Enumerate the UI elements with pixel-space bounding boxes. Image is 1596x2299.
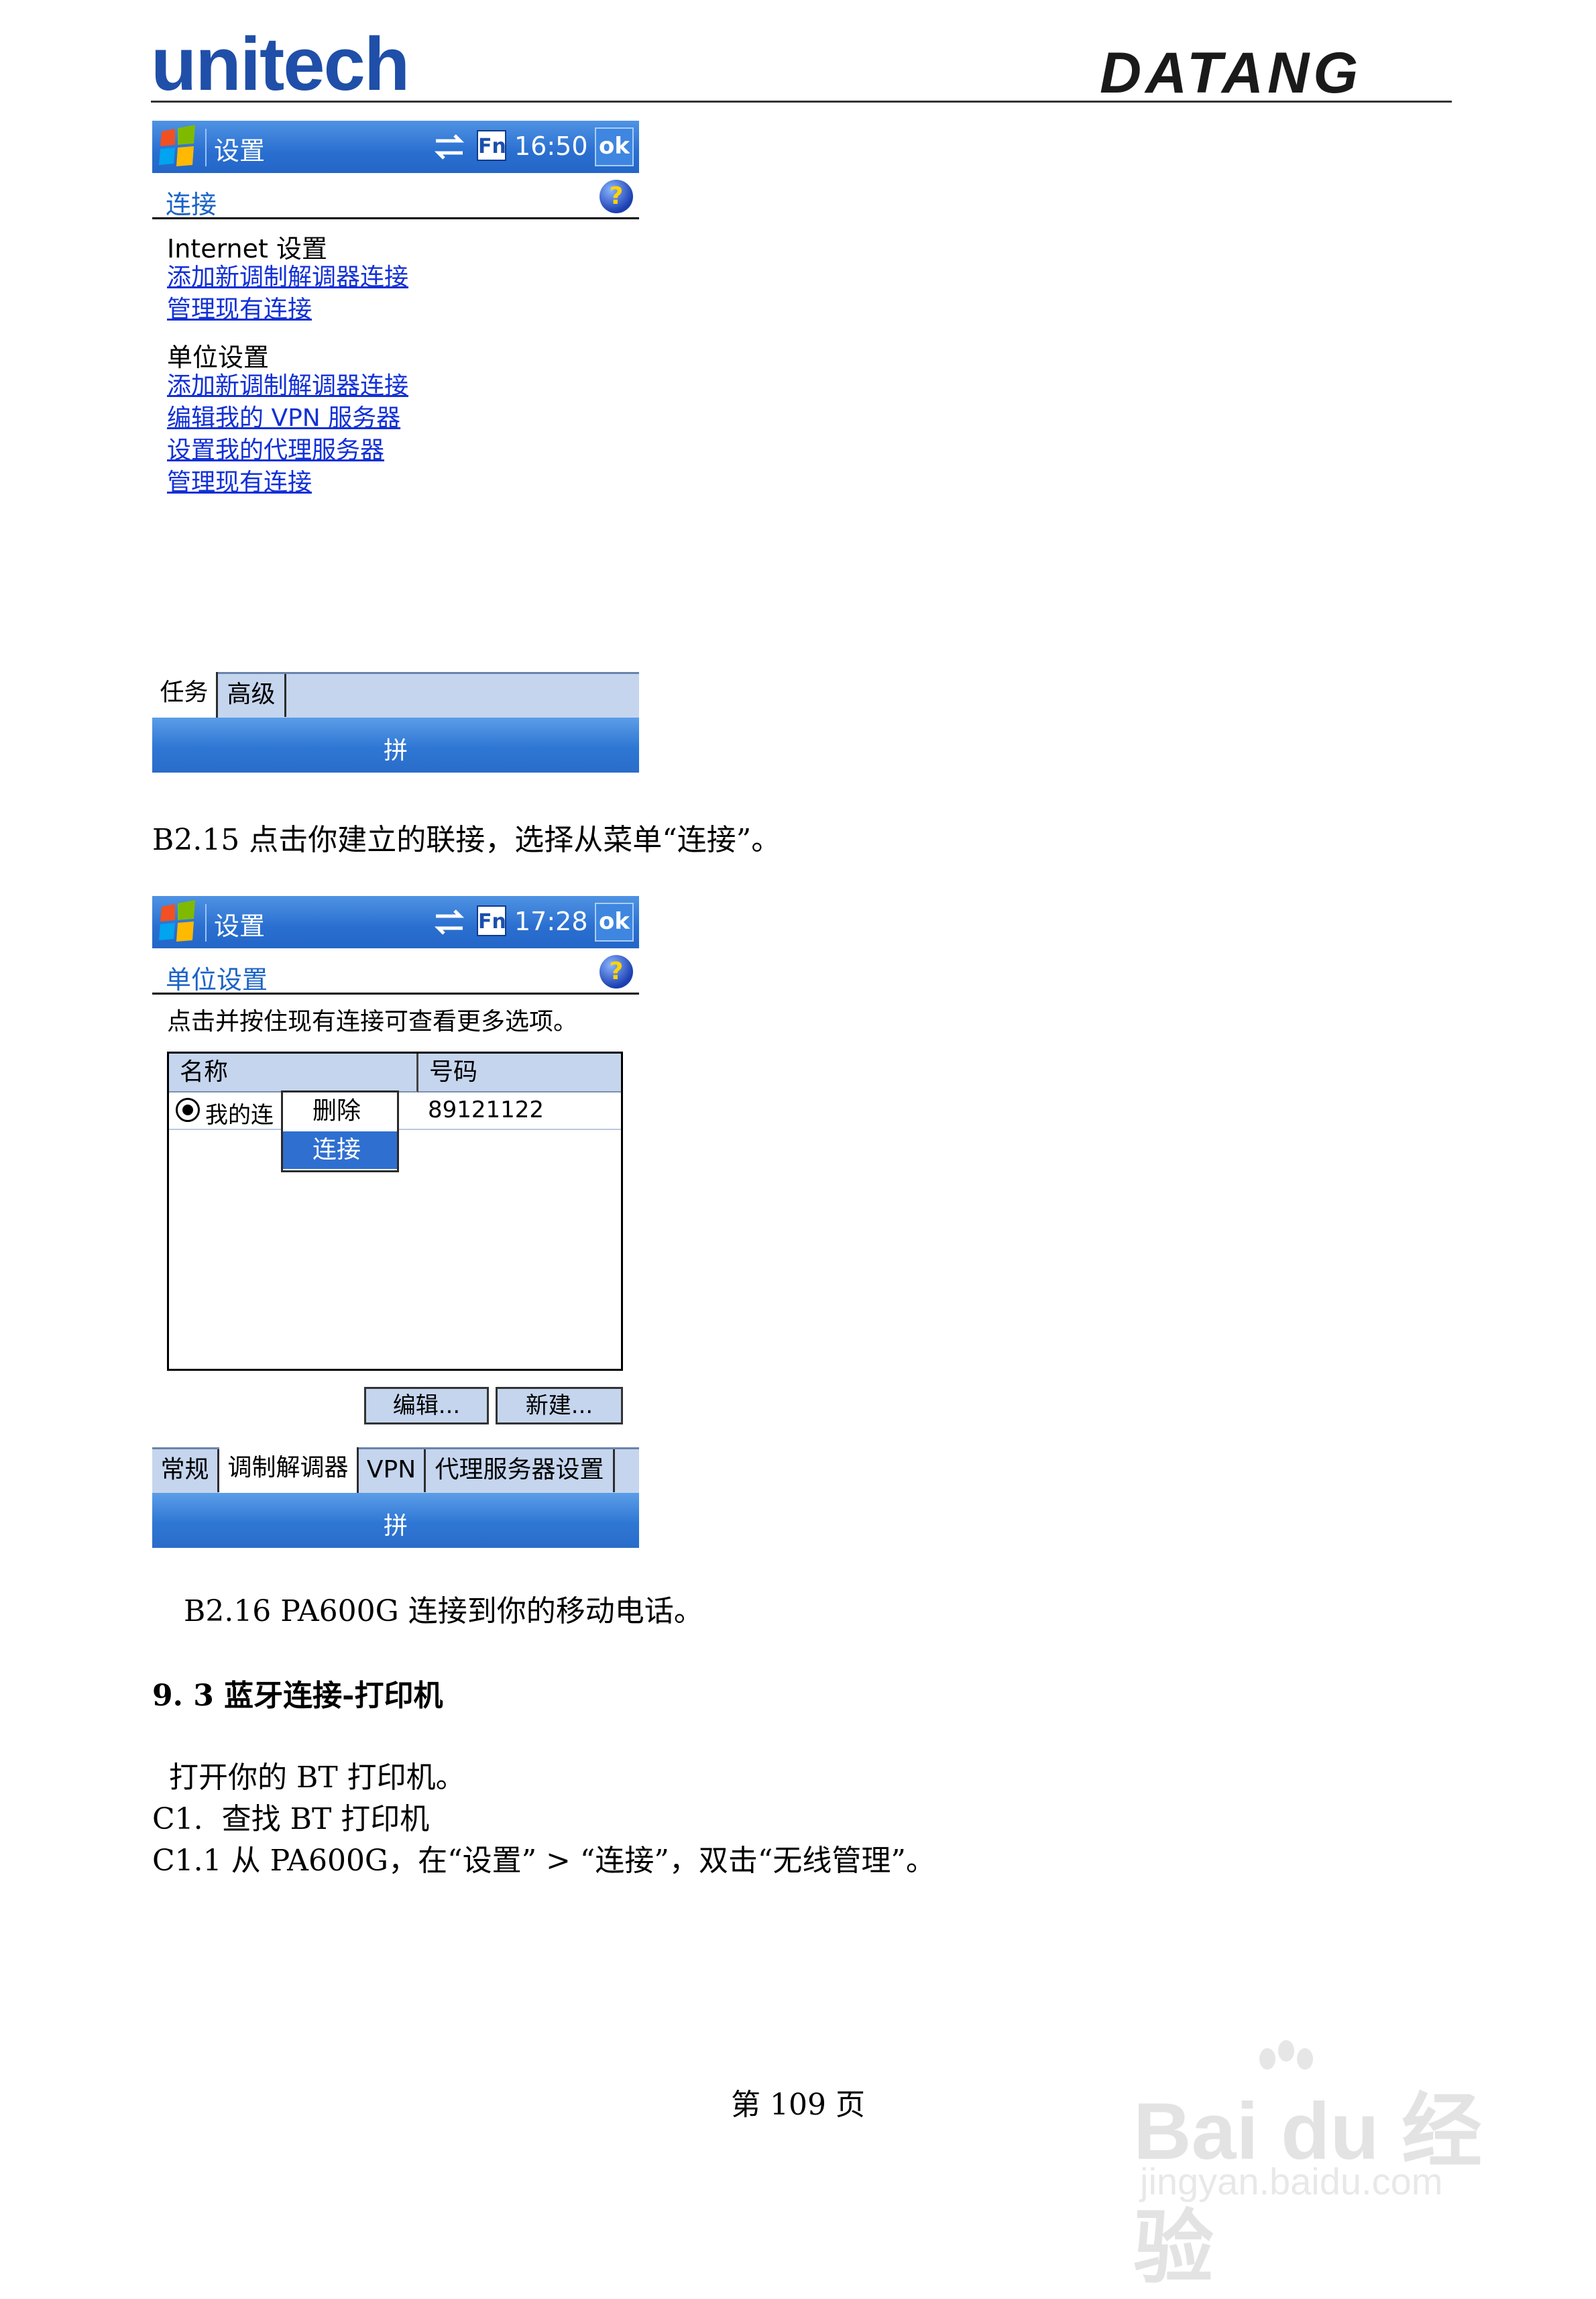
fn-key-icon[interactable]: Fn <box>477 905 506 936</box>
column-header-number[interactable]: 号码 <box>418 1054 621 1092</box>
header-rule <box>151 101 1452 103</box>
link-manage-connections[interactable]: 管理现有连接 <box>167 290 312 325</box>
menu-item-connect[interactable]: 连接 <box>283 1131 397 1169</box>
selected-radio[interactable] <box>176 1098 200 1122</box>
edit-button[interactable]: 编辑... <box>364 1387 489 1424</box>
menu-item-delete[interactable]: 删除 <box>283 1092 397 1130</box>
tab-modem[interactable]: 调制解调器 <box>219 1447 359 1494</box>
tab-strip: 常规 调制解调器 VPN 代理服务器设置 <box>152 1447 639 1494</box>
connection-number: 89121122 <box>428 1097 545 1123</box>
ok-button[interactable]: ok <box>595 127 634 166</box>
menu-bar: 拼 <box>152 718 639 773</box>
section-heading: 9. 3 蓝牙连接-打印机 <box>152 1679 443 1713</box>
subheader-rule <box>152 993 639 995</box>
column-header-name[interactable]: 名称 <box>169 1054 418 1092</box>
pda-screen-connections: 设置 Fn 16:50 ok 连接 ? Internet 设置 添加新调制解调器… <box>152 121 639 786</box>
clock[interactable]: 17:28 <box>514 907 588 936</box>
watermark-url: jingyan.baidu.com <box>1140 2160 1443 2202</box>
windows-start-icon[interactable] <box>158 125 198 168</box>
connectivity-icon[interactable] <box>431 905 468 939</box>
page-subtitle: 连接 <box>166 190 217 219</box>
pda-screen-work-settings: 设置 Fn 17:28 ok 单位设置 ? 点击并按住现有连接可查看更多选项。 … <box>152 896 639 1561</box>
tab-advanced[interactable]: 高级 <box>218 674 286 717</box>
link-set-proxy-server[interactable]: 设置我的代理服务器 <box>167 431 384 465</box>
page-subtitle: 单位设置 <box>166 965 268 995</box>
paragraph-turn-on-printer: 打开你的 BT 打印机。 <box>169 1760 465 1795</box>
title-bar: 设置 Fn 17:28 ok <box>152 896 639 948</box>
subheader: 单位设置 ? <box>152 948 639 995</box>
baidu-watermark: Bai du 经验 jingyan.baidu.com <box>1133 2039 1509 2293</box>
subheader-rule <box>152 217 639 219</box>
title-bar: 设置 Fn 16:50 ok <box>152 121 639 173</box>
tab-general[interactable]: 常规 <box>152 1449 219 1492</box>
link-edit-vpn-server[interactable]: 编辑我的 VPN 服务器 <box>167 398 400 433</box>
paragraph-c1-1: C1.1 从 PA600G，在“设置” > “连接”，双击“无线管理”。 <box>152 1844 935 1878</box>
caption-b2-15: B2.15 点击你建立的联接，选择从菜单“连接”。 <box>152 823 781 857</box>
windows-start-icon[interactable] <box>158 900 198 943</box>
tab-strip: 任务 高级 <box>152 672 639 718</box>
new-button[interactable]: 新建... <box>496 1387 623 1424</box>
connection-name: 我的连 <box>205 1102 274 1129</box>
tab-vpn[interactable]: VPN <box>359 1449 426 1492</box>
subheader: 连接 ? <box>152 173 639 219</box>
window-title: 设置 <box>214 136 266 166</box>
svg-text:DATANG: DATANG <box>1100 41 1362 101</box>
input-panel-button[interactable]: 拼 <box>152 1506 639 1541</box>
ok-button[interactable]: ok <box>595 903 634 942</box>
help-icon[interactable]: ? <box>600 180 633 213</box>
title-separator <box>205 129 207 166</box>
tab-proxy-settings[interactable]: 代理服务器设置 <box>426 1449 615 1492</box>
clock[interactable]: 16:50 <box>514 131 588 161</box>
connectivity-icon[interactable] <box>431 130 468 164</box>
window-title: 设置 <box>214 911 266 941</box>
instruction-text: 点击并按住现有连接可查看更多选项。 <box>167 1008 578 1035</box>
datang-logo: DATANG <box>1100 41 1362 101</box>
link-add-modem-connection-work[interactable]: 添加新调制解调器连接 <box>167 366 408 401</box>
caption-b2-16: B2.16 PA600G 连接到你的移动电话。 <box>184 1594 703 1628</box>
fn-key-icon[interactable]: Fn <box>477 130 506 161</box>
help-icon[interactable]: ? <box>600 955 633 989</box>
link-add-modem-connection[interactable]: 添加新调制解调器连接 <box>167 258 408 292</box>
tab-tasks[interactable]: 任务 <box>152 672 218 718</box>
link-manage-connections-work[interactable]: 管理现有连接 <box>167 463 312 498</box>
menu-bar: 拼 <box>152 1493 639 1548</box>
paragraph-c1: C1. 查找 BT 打印机 <box>152 1802 430 1836</box>
input-panel-button[interactable]: 拼 <box>152 731 639 766</box>
title-separator <box>205 904 207 942</box>
unitech-logo: unitech <box>151 22 410 106</box>
context-menu: 删除 连接 <box>281 1090 399 1172</box>
